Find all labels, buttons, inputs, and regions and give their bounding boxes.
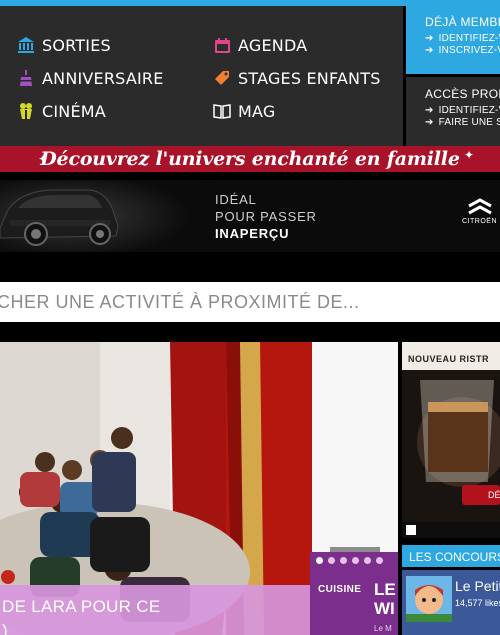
- next-slide-panel[interactable]: CUISINE LE WI Le M: [310, 552, 398, 635]
- slider-dot[interactable]: [376, 557, 383, 564]
- book-icon: [212, 101, 232, 121]
- tag-icon: [212, 68, 232, 88]
- activity-search-bar[interactable]: [0, 282, 500, 322]
- car-advertisement[interactable]: IDÉAL POUR PASSER INAPERÇU CITROËN: [0, 180, 500, 252]
- birthday-cake-icon: [16, 68, 36, 88]
- museum-icon: [16, 35, 36, 55]
- nav-label: CINÉMA: [42, 101, 106, 121]
- next-slide-title: LE WI: [374, 580, 396, 618]
- pro-box-title: ACCÈS PROF: [425, 87, 500, 101]
- page-avatar: [406, 576, 452, 622]
- nav-item-anniversaire[interactable]: ANNIVERSAIRE: [16, 68, 164, 88]
- member-login-box: DÉJÀ MEMBRE ➔ IDENTIFIEZ-V ➔ INSCRIVEZ-V: [406, 6, 500, 74]
- nav-label: AGENDA: [238, 35, 308, 55]
- brand-name: CITROËN: [462, 218, 497, 225]
- nav-item-agenda[interactable]: AGENDA: [212, 35, 307, 55]
- member-box-title: DÉJÀ MEMBRE: [425, 15, 500, 29]
- promo-banner[interactable]: ✦ Découvrez l'univers enchanté en famill…: [0, 146, 500, 172]
- coffee-ad-image: [402, 342, 500, 538]
- slider-dots: [316, 557, 383, 564]
- slider-dot[interactable]: [328, 557, 335, 564]
- main-nav: SORTIES AGENDA ANNIVERSAIRE STAGES ENFAN…: [0, 6, 403, 146]
- citroen-logo: CITROËN: [462, 198, 497, 225]
- banner-text: Découvrez l'univers enchanté en famille: [40, 148, 460, 170]
- car-image: [0, 180, 200, 252]
- nav-label: MAG: [238, 101, 276, 121]
- coffee-advertisement[interactable]: NOUVEAU RISTR DÉ: [402, 342, 500, 538]
- nav-label: SORTIES: [42, 35, 111, 55]
- title-line: LE: [374, 580, 396, 599]
- nav-label: STAGES ENFANTS: [238, 68, 381, 88]
- facebook-like-count: 14,577 likes: [455, 598, 500, 608]
- arrow-right-icon: ➔: [425, 45, 434, 56]
- contests-header[interactable]: LES CONCOURS: [402, 545, 500, 567]
- member-signup-link[interactable]: ➔ INSCRIVEZ-V: [425, 45, 500, 56]
- calendar-icon: [212, 35, 232, 55]
- caption-line: DE LARA POUR CE: [2, 597, 161, 616]
- sparkle-icon: ✦: [38, 152, 49, 166]
- ad-line: POUR PASSER: [215, 209, 317, 224]
- coffee-ad-headline: NOUVEAU RISTR: [408, 354, 490, 364]
- link-label: FAIRE UNE S: [438, 117, 500, 128]
- sparkle-icon: ✦: [464, 148, 475, 162]
- ad-line: INAPERÇU: [215, 226, 290, 241]
- arrow-right-icon: ➔: [425, 117, 434, 128]
- link-label: INSCRIVEZ-V: [438, 45, 500, 56]
- slide-caption[interactable]: DE LARA POUR CE ): [0, 585, 310, 635]
- slider-dot[interactable]: [352, 557, 359, 564]
- pro-submit-link[interactable]: ➔ FAIRE UNE S: [425, 117, 500, 128]
- arrow-right-icon: ➔: [425, 105, 434, 116]
- facebook-page-name[interactable]: Le Petit: [455, 578, 500, 594]
- caption-line: ): [2, 621, 8, 635]
- pro-access-box: ACCÈS PROF ➔ IDENTIFIEZ-V ➔ FAIRE UNE S: [406, 77, 500, 146]
- featured-slider[interactable]: DE LARA POUR CE ) CUISINE LE WI Le M: [0, 342, 398, 635]
- chevron-logo-icon: [467, 198, 492, 215]
- nav-item-cinema[interactable]: CINÉMA: [16, 101, 106, 121]
- nav-item-mag[interactable]: MAG: [212, 101, 275, 121]
- link-label: IDENTIFIEZ-V: [438, 105, 500, 116]
- coffee-ad-button[interactable]: DÉ: [488, 490, 500, 500]
- link-label: IDENTIFIEZ-V: [438, 33, 500, 44]
- arrow-right-icon: ➔: [425, 33, 434, 44]
- popcorn-icon: [16, 101, 36, 121]
- category-label: CUISINE: [318, 584, 362, 595]
- nav-item-stages-enfants[interactable]: STAGES ENFANTS: [212, 68, 381, 88]
- slider-dot[interactable]: [316, 557, 323, 564]
- nav-item-sorties[interactable]: SORTIES: [16, 35, 111, 55]
- facebook-widget[interactable]: Le Petit 14,577 likes: [402, 570, 500, 635]
- nav-label: ANNIVERSAIRE: [42, 68, 164, 88]
- ad-line: IDÉAL: [215, 192, 257, 207]
- next-slide-subtitle: Le M: [374, 624, 392, 633]
- member-login-link[interactable]: ➔ IDENTIFIEZ-V: [425, 33, 500, 44]
- pro-login-link[interactable]: ➔ IDENTIFIEZ-V: [425, 105, 500, 116]
- ad-copy: IDÉAL POUR PASSER INAPERÇU: [215, 191, 317, 242]
- search-input[interactable]: [0, 282, 500, 322]
- slider-dot[interactable]: [340, 557, 347, 564]
- title-line: WI: [374, 599, 395, 618]
- slider-dot[interactable]: [364, 557, 371, 564]
